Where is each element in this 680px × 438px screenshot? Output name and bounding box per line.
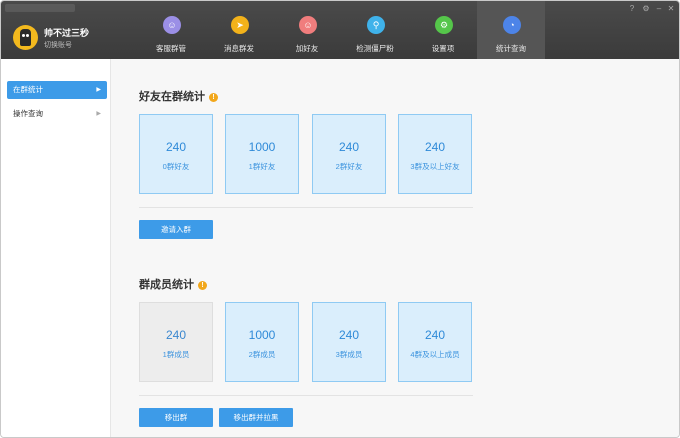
nav-item-add-friend[interactable]: ☺ 加好友 xyxy=(273,1,341,59)
nav-item-detect-zombie[interactable]: ⚲ 检测僵尸粉 xyxy=(341,1,409,59)
card-label: 0群好友 xyxy=(162,162,190,171)
card-value: 240 xyxy=(338,140,360,154)
avatar[interactable] xyxy=(13,25,38,50)
nav-label: 客服群管 xyxy=(156,44,186,53)
nav-label: 设置项 xyxy=(431,44,455,53)
section-divider xyxy=(139,207,473,208)
card-value: 1000 xyxy=(248,140,276,154)
card-label: 1群成员 xyxy=(162,350,190,359)
friends-card-2[interactable]: 240 2群好友 xyxy=(312,114,386,194)
pie-chart-icon: ◔ xyxy=(503,16,521,34)
nav-item-statistics[interactable]: ◔ 统计查询 xyxy=(477,1,545,59)
members-card-0[interactable]: 240 1群成员 xyxy=(139,302,213,382)
nav-label: 消息群发 xyxy=(224,44,254,53)
card-label: 1群好友 xyxy=(248,162,276,171)
card-value: 1000 xyxy=(248,328,276,342)
nav-item-settings[interactable]: ⚙ 设置项 xyxy=(409,1,477,59)
detect-icon: ⚲ xyxy=(367,16,385,34)
remove-from-group-button[interactable]: 移出群 xyxy=(139,408,213,427)
send-icon: ➤ xyxy=(231,16,249,34)
window-title-strip xyxy=(5,4,75,12)
card-label: 2群成员 xyxy=(248,350,276,359)
gear-icon: ⚙ xyxy=(435,16,453,34)
card-label: 3群及以上好友 xyxy=(410,162,460,171)
top-bar: 帅不过三秒 切换账号 ☺ 客服群管 ➤ 消息群发 ☺ 加好友 ⚲ 检测僵尸粉 ⚙… xyxy=(1,1,679,59)
minimize-icon[interactable]: – xyxy=(654,4,664,14)
sidebar-item-operation-query[interactable]: 操作查询 ▶ xyxy=(7,105,107,123)
members-section-title: 群成员统计! xyxy=(139,276,207,292)
main-content: 好友在群统计! 240 0群好友 1000 1群好友 240 2群好友 240 … xyxy=(111,59,679,437)
nav-item-customer-group[interactable]: ☺ 客服群管 xyxy=(137,1,205,59)
sidebar-item-group-stats[interactable]: 在群统计 ▶ xyxy=(7,81,107,99)
avatar-face-icon xyxy=(20,29,31,46)
members-card-1[interactable]: 1000 2群成员 xyxy=(225,302,299,382)
nav-label: 加好友 xyxy=(295,44,319,53)
info-icon[interactable]: ! xyxy=(198,281,207,290)
card-label: 4群及以上成员 xyxy=(410,350,460,359)
help-icon[interactable]: ? xyxy=(627,4,637,14)
sidebar-item-label: 在群统计 xyxy=(13,85,43,94)
card-label: 2群好友 xyxy=(335,162,363,171)
close-icon[interactable]: ✕ xyxy=(666,4,676,14)
app-window: 帅不过三秒 切换账号 ☺ 客服群管 ➤ 消息群发 ☺ 加好友 ⚲ 检测僵尸粉 ⚙… xyxy=(0,0,680,438)
nav-label: 检测僵尸粉 xyxy=(356,44,394,53)
add-friend-icon: ☺ xyxy=(299,16,317,34)
nav-item-broadcast[interactable]: ➤ 消息群发 xyxy=(205,1,273,59)
sidebar: 在群统计 ▶ 操作查询 ▶ xyxy=(1,59,111,437)
invite-to-group-button[interactable]: 邀请入群 xyxy=(139,220,213,239)
settings-icon[interactable]: ⚙ xyxy=(641,4,651,14)
friends-section-title: 好友在群统计! xyxy=(139,88,218,104)
chevron-right-icon: ▶ xyxy=(96,111,101,117)
chevron-right-icon: ▶ xyxy=(96,87,101,93)
avatar-eye xyxy=(26,34,29,37)
card-value: 240 xyxy=(165,328,187,342)
card-label: 3群成员 xyxy=(335,350,363,359)
card-value: 240 xyxy=(338,328,360,342)
friends-card-1[interactable]: 1000 1群好友 xyxy=(225,114,299,194)
card-value: 240 xyxy=(424,328,446,342)
friends-card-3[interactable]: 240 3群及以上好友 xyxy=(398,114,472,194)
remove-and-block-button[interactable]: 移出群并拉黑 xyxy=(219,408,293,427)
section-divider xyxy=(139,395,473,396)
sidebar-item-label: 操作查询 xyxy=(13,109,43,118)
card-value: 240 xyxy=(424,140,446,154)
friends-card-0[interactable]: 240 0群好友 xyxy=(139,114,213,194)
avatar-eye xyxy=(22,34,25,37)
switch-account-link[interactable]: 切换账号 xyxy=(44,40,72,50)
card-value: 240 xyxy=(165,140,187,154)
user-group-icon: ☺ xyxy=(163,16,181,34)
nav-label: 统计查询 xyxy=(496,44,526,53)
section-title-text: 好友在群统计 xyxy=(139,91,205,103)
user-name: 帅不过三秒 xyxy=(44,28,90,38)
members-card-2[interactable]: 240 3群成员 xyxy=(312,302,386,382)
info-icon[interactable]: ! xyxy=(209,93,218,102)
main-nav: ☺ 客服群管 ➤ 消息群发 ☺ 加好友 ⚲ 检测僵尸粉 ⚙ 设置项 ◔ 统计查询 xyxy=(137,1,545,59)
members-card-3[interactable]: 240 4群及以上成员 xyxy=(398,302,472,382)
section-title-text: 群成员统计 xyxy=(139,279,194,291)
